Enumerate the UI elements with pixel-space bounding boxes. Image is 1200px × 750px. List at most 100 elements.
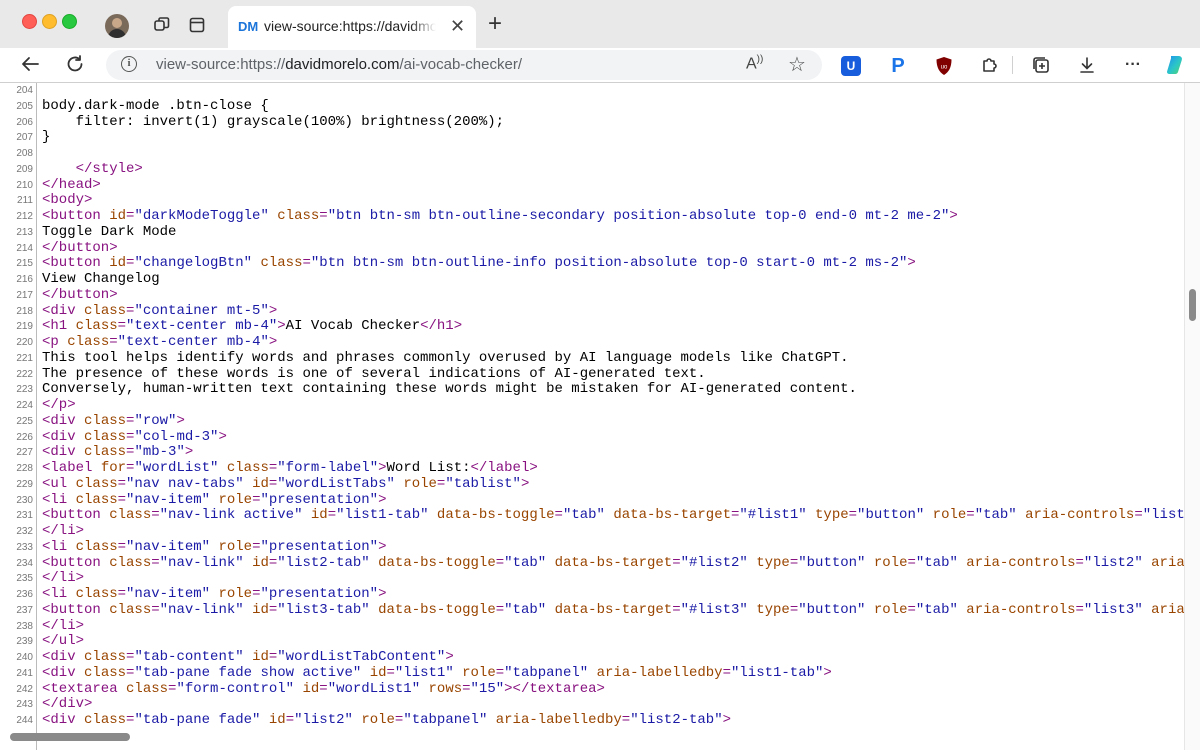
code-token: "text-center mb-4" — [126, 318, 278, 335]
vertical-scroll-thumb[interactable] — [1189, 289, 1196, 321]
code-token: } — [42, 129, 51, 146]
code-token: Conversely, human-written text containin… — [42, 381, 857, 398]
code-token: "nav-link" — [159, 554, 244, 571]
code-token: </button> — [42, 286, 118, 303]
code-token: > — [277, 318, 286, 335]
line-number: 221 — [16, 352, 33, 364]
bitwarden-extension-icon[interactable]: U — [841, 56, 861, 76]
source-line: 240 <div class="tab-content" id="wordList… — [0, 649, 1184, 666]
source-line: 210 </head> — [0, 177, 1184, 194]
code-token: "btn btn-sm btn-outline-secondary positi… — [327, 208, 950, 224]
code-token: class — [84, 412, 127, 429]
new-tab-icon[interactable]: + — [488, 12, 502, 36]
p-extension-icon[interactable]: P — [888, 54, 908, 77]
line-number: 242 — [16, 683, 33, 695]
close-tab-icon[interactable]: ✕ — [450, 16, 465, 37]
tab-title: view-source:https://davidmorelo.com/ai-v… — [264, 18, 436, 34]
code-token: "tab" — [562, 507, 605, 524]
source-line: 221 This tool helps identify words and ph… — [0, 350, 1184, 367]
workspaces-icon[interactable] — [150, 13, 174, 37]
code-token: Word List: — [386, 460, 471, 476]
ublock-origin-icon[interactable]: uo — [934, 56, 954, 76]
code-token: = — [495, 664, 505, 681]
code-token: "wordListTabs" — [277, 475, 395, 492]
downloads-icon[interactable] — [1076, 54, 1098, 76]
code-token: <button — [42, 601, 110, 618]
code-token: class — [126, 680, 169, 697]
code-token: "list2" — [1083, 554, 1143, 571]
reload-icon[interactable] — [63, 52, 87, 76]
code-token: for — [100, 460, 127, 476]
source-line: 220 <p class="text-center mb-4"> — [0, 334, 1184, 351]
line-number: 217 — [16, 289, 33, 301]
code-text: <body> — [42, 192, 92, 209]
code-token: class — [277, 208, 320, 224]
source-viewer: 204 205 body.dark-mode .btn-close {206 fil… — [0, 83, 1184, 750]
tab-view-source[interactable]: DM view-source:https://davidmorelo.com/a… — [228, 6, 476, 48]
extensions-puzzle-icon[interactable] — [979, 54, 1001, 76]
code-token: > — [378, 491, 387, 508]
read-aloud-icon[interactable]: A)) — [746, 54, 763, 73]
code-token: = — [117, 586, 127, 602]
code-token: > — [268, 302, 278, 319]
url-text[interactable]: view-source:https://davidmorelo.com/ai-v… — [156, 56, 522, 73]
code-token: </button> — [42, 239, 118, 256]
copilot-icon[interactable] — [1164, 54, 1186, 76]
code-token: role — [218, 538, 253, 555]
code-token: ></textarea> — [504, 680, 605, 697]
code-token: <h1 — [42, 318, 76, 335]
tab-actions-icon[interactable] — [185, 13, 209, 37]
code-token: > — [445, 649, 454, 665]
line-number: 220 — [16, 337, 33, 348]
code-token: class — [84, 664, 127, 681]
code-token: = — [117, 475, 127, 492]
code-token: "btn btn-sm btn-outline-info position-ab… — [310, 255, 908, 272]
vertical-scrollbar[interactable] — [1184, 83, 1200, 750]
code-token: id — [252, 475, 269, 492]
favorite-star-icon[interactable]: ☆ — [788, 52, 806, 77]
source-line: 241 <div class = "tab-pane fade show active… — [0, 664, 1184, 682]
code-token: class — [67, 334, 110, 350]
code-token: "tab-pane fade show active" — [134, 664, 362, 681]
back-arrow-icon[interactable] — [18, 52, 42, 76]
avatar-head — [112, 18, 122, 28]
code-token: class — [75, 491, 118, 508]
collections-icon[interactable] — [1030, 54, 1052, 76]
code-text: </ul> — [42, 633, 84, 650]
code-token: > — [378, 460, 387, 476]
profile-avatar[interactable] — [105, 14, 129, 38]
code-text: </li> — [42, 570, 85, 587]
site-info-icon[interactable]: i — [121, 56, 137, 72]
horizontal-scroll-thumb[interactable] — [10, 733, 130, 741]
code-token: = — [1075, 554, 1084, 571]
close-window-button[interactable] — [22, 14, 37, 29]
code-text: The presence of these words is one of se… — [42, 366, 706, 383]
code-text: View Changelog — [42, 271, 160, 288]
address-bar[interactable]: i view-source:https://davidmorelo.com/ai… — [106, 50, 822, 80]
code-text: <div class="row"> — [42, 412, 185, 430]
source-line: 211 <body> — [0, 192, 1184, 209]
code-token: role — [218, 586, 253, 602]
code-text: </head> — [42, 177, 101, 194]
more-menu-icon[interactable]: ··· — [1122, 54, 1144, 76]
code-text: <ul class="nav nav-tabs" id="wordListTab… — [42, 475, 529, 493]
code-token: > — [823, 664, 832, 681]
code-token: > — [907, 255, 916, 272]
code-token: </li> — [42, 570, 85, 587]
code-token: <li — [42, 586, 76, 602]
code-text: <div class="tab-content" id="wordListTab… — [42, 649, 454, 666]
p-extension-label: P — [891, 54, 905, 77]
code-token: aria-labelledby — [495, 712, 622, 728]
zoom-window-button[interactable] — [62, 14, 77, 29]
code-token: "form-control" — [176, 680, 295, 697]
minimize-window-button[interactable] — [42, 14, 57, 29]
code-text: <p class="text-center mb-4"> — [42, 334, 277, 351]
code-token: rows — [428, 680, 463, 697]
